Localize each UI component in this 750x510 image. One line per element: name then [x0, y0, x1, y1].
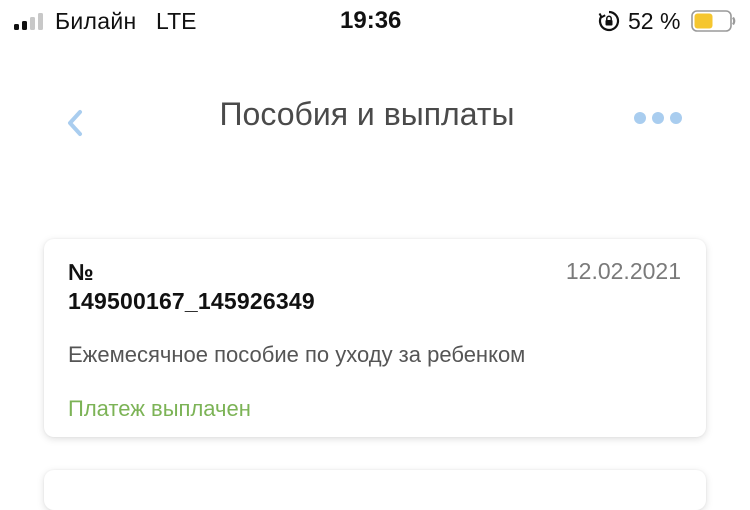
status-bar: Билайн LTE 19:36 52 %	[0, 0, 750, 44]
battery-icon	[691, 10, 736, 32]
payment-number-label: №	[68, 259, 94, 285]
carrier-name: Билайн	[55, 8, 137, 34]
payment-date: 12.02.2021	[565, 258, 681, 284]
status-time: 19:36	[340, 7, 402, 34]
network-type: LTE	[156, 8, 197, 34]
payment-number: 149500167_145926349	[68, 288, 315, 314]
signal-icon	[14, 12, 46, 30]
rotation-lock-icon	[598, 10, 620, 32]
more-dots-icon[interactable]	[630, 106, 686, 130]
payment-description: Ежемесячное пособие по уходу за ребенком	[68, 342, 526, 367]
payment-status: Платеж выплачен	[68, 396, 251, 421]
page-title: Пособия и выплаты	[219, 96, 515, 132]
payment-card-next[interactable]	[44, 470, 706, 510]
payment-card[interactable]: № 149500167_145926349 12.02.2021 Ежемеся…	[44, 239, 706, 437]
battery-percent: 52 %	[628, 8, 681, 34]
